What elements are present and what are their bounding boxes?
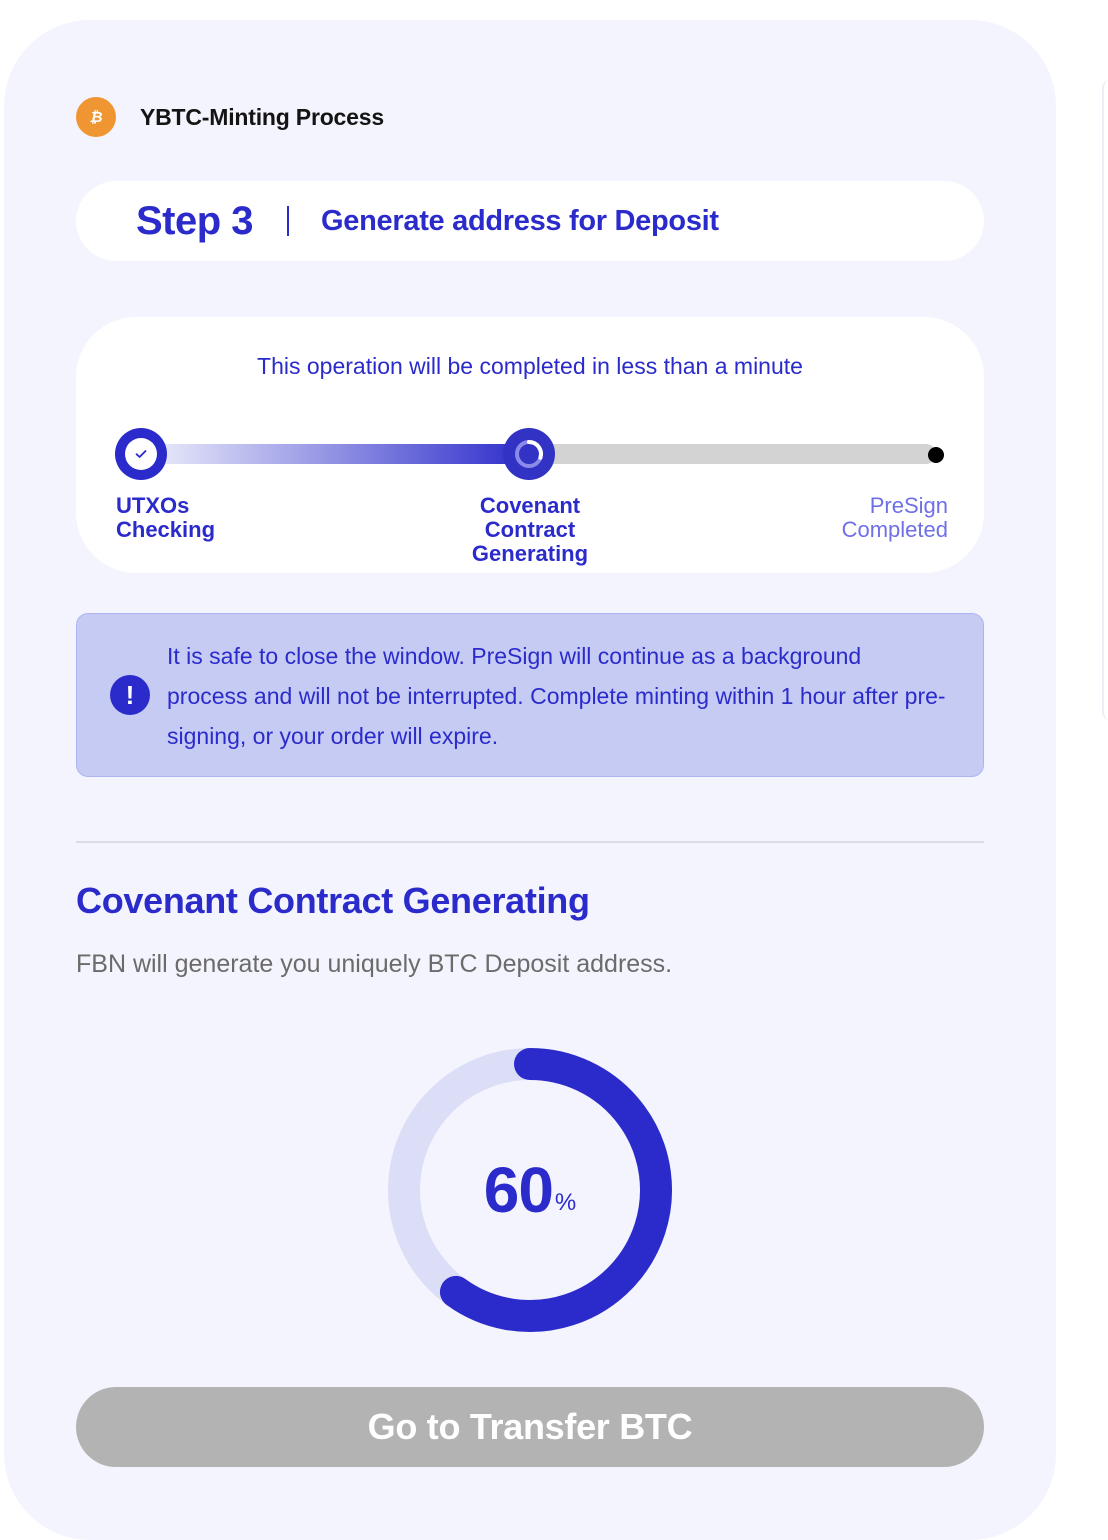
step-card: Step 3 Generate address for Deposit <box>76 181 984 261</box>
notice-banner: ! It is safe to close the window. PreSig… <box>76 613 984 777</box>
spinner-icon <box>515 440 543 468</box>
exclamation-icon: ! <box>110 675 150 715</box>
section-description: FBN will generate you uniquely BTC Depos… <box>76 950 673 978</box>
stage-node-active <box>503 428 555 480</box>
process-title: YBTC-Minting Process <box>140 103 384 130</box>
notice-text: It is safe to close the window. PreSign … <box>167 643 946 749</box>
progress-ring: 60 % <box>386 1046 674 1334</box>
step-divider <box>287 206 290 236</box>
progress-track-fill <box>142 444 532 464</box>
adjacent-panel-edge <box>1102 80 1108 720</box>
bitcoin-icon: ₿ <box>76 97 116 137</box>
progress-percent-value: 60 <box>483 1154 554 1226</box>
stage-label-presign-completed: PreSign Completed <box>841 493 948 542</box>
stage-node-completed <box>115 428 167 480</box>
section-title: Covenant Contract Generating <box>76 880 590 921</box>
progress-percent: 60 % <box>386 1046 674 1334</box>
checkmark-icon <box>135 450 147 458</box>
panel-header: ₿ YBTC-Minting Process <box>76 97 384 137</box>
progress-note: This operation will be completed in less… <box>257 353 803 379</box>
stage-node-pending <box>928 447 944 463</box>
go-to-transfer-btc-button[interactable]: Go to Transfer BTC <box>76 1387 984 1467</box>
step-number: Step 3 <box>136 198 254 243</box>
section-divider <box>76 841 984 843</box>
svg-text:₿: ₿ <box>89 109 102 126</box>
stage-label-covenant-generating: Covenant Contract Generating <box>471 493 589 566</box>
step-title: Generate address for Deposit <box>321 204 719 237</box>
progress-percent-unit: % <box>554 1189 577 1216</box>
progress-card: This operation will be completed in less… <box>76 317 984 573</box>
stage-label-utxos-checking: UTXOs Checking <box>116 493 216 542</box>
